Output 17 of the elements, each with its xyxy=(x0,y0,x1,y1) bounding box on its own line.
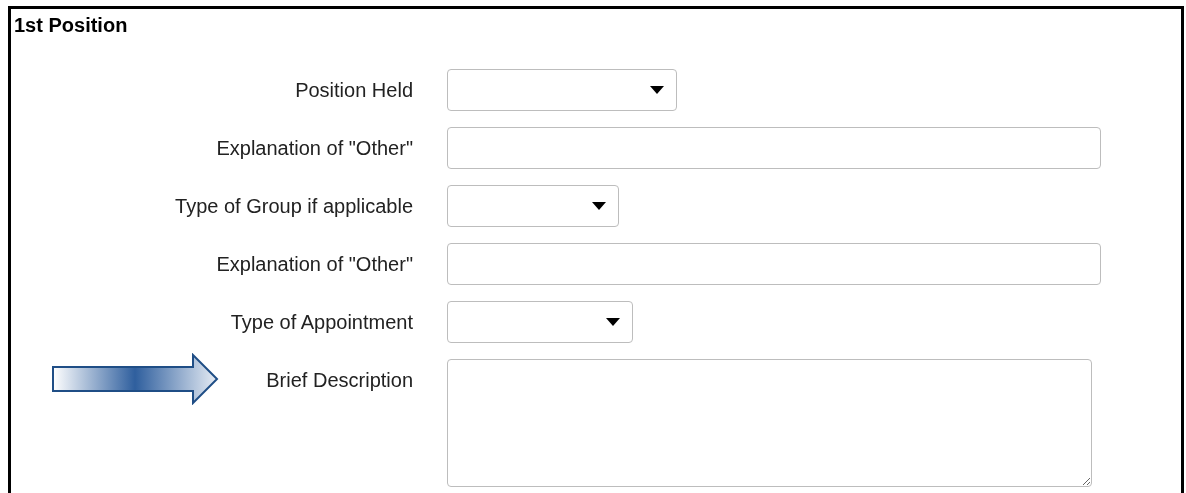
input-field[interactable] xyxy=(447,127,1101,169)
section-title: 1st Position xyxy=(13,13,129,38)
field-label: Explanation of "Other" xyxy=(216,136,413,161)
field-label: Type of Group if applicable xyxy=(175,194,413,219)
caret-icon xyxy=(606,318,620,326)
caret-icon xyxy=(650,86,664,94)
caret-icon xyxy=(592,202,606,210)
field-label: Type of Appointment xyxy=(230,310,413,335)
field-label: Explanation of "Other" xyxy=(216,252,413,277)
field-label: Position Held xyxy=(295,78,413,103)
input-field[interactable] xyxy=(447,243,1101,285)
arrow-icon xyxy=(51,353,219,405)
field-label: Brief Description xyxy=(266,368,413,393)
dropdown[interactable] xyxy=(447,185,619,227)
text-area[interactable] xyxy=(447,359,1092,487)
dropdown[interactable] xyxy=(447,69,677,111)
dropdown[interactable] xyxy=(447,301,633,343)
